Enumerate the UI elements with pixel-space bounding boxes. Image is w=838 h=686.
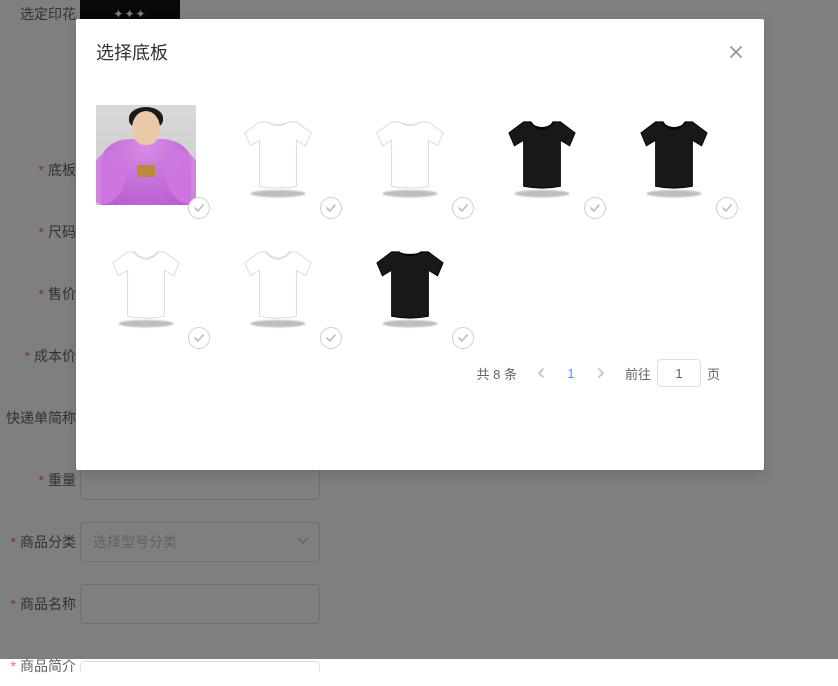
pagination-goto-input[interactable]: [657, 359, 701, 387]
select-check-icon[interactable]: [584, 197, 606, 219]
select-check-icon[interactable]: [452, 327, 474, 349]
select-check-icon[interactable]: [188, 327, 210, 349]
template-tile-0[interactable]: [96, 105, 196, 205]
pagination-goto-prefix: 前往: [625, 364, 651, 383]
label-intro: *商品简介: [0, 656, 80, 676]
tshirt-icon: [100, 239, 192, 331]
template-photo: [96, 105, 196, 205]
tshirt-icon: [364, 239, 456, 331]
template-tile-2[interactable]: [360, 105, 460, 205]
tshirt-icon: [628, 109, 720, 201]
pagination-next[interactable]: [595, 367, 607, 379]
pagination-goto: 前往 页: [625, 359, 720, 387]
select-check-icon[interactable]: [188, 197, 210, 219]
dialog-title: 选择底板: [96, 39, 168, 65]
template-tile-6[interactable]: [228, 235, 328, 335]
pagination-total: 共 8 条: [477, 364, 517, 383]
select-check-icon[interactable]: [320, 327, 342, 349]
template-tile-3[interactable]: [492, 105, 592, 205]
pagination-page-1[interactable]: 1: [565, 366, 577, 381]
tshirt-icon: [232, 109, 324, 201]
pagination-goto-suffix: 页: [707, 364, 720, 383]
template-tile-5[interactable]: [96, 235, 196, 335]
tshirt-icon: [496, 109, 588, 201]
select-base-dialog: 选择底板: [76, 19, 764, 470]
template-tile-7[interactable]: [360, 235, 460, 335]
template-tile-1[interactable]: [228, 105, 328, 205]
select-check-icon[interactable]: [320, 197, 342, 219]
close-icon[interactable]: [728, 44, 744, 60]
template-grid: [96, 105, 744, 335]
select-check-icon[interactable]: [452, 197, 474, 219]
intro-input[interactable]: [80, 661, 320, 671]
tshirt-icon: [364, 109, 456, 201]
template-tile-4[interactable]: [624, 105, 724, 205]
tshirt-icon: [232, 239, 324, 331]
pagination-prev[interactable]: [535, 367, 547, 379]
select-check-icon[interactable]: [716, 197, 738, 219]
